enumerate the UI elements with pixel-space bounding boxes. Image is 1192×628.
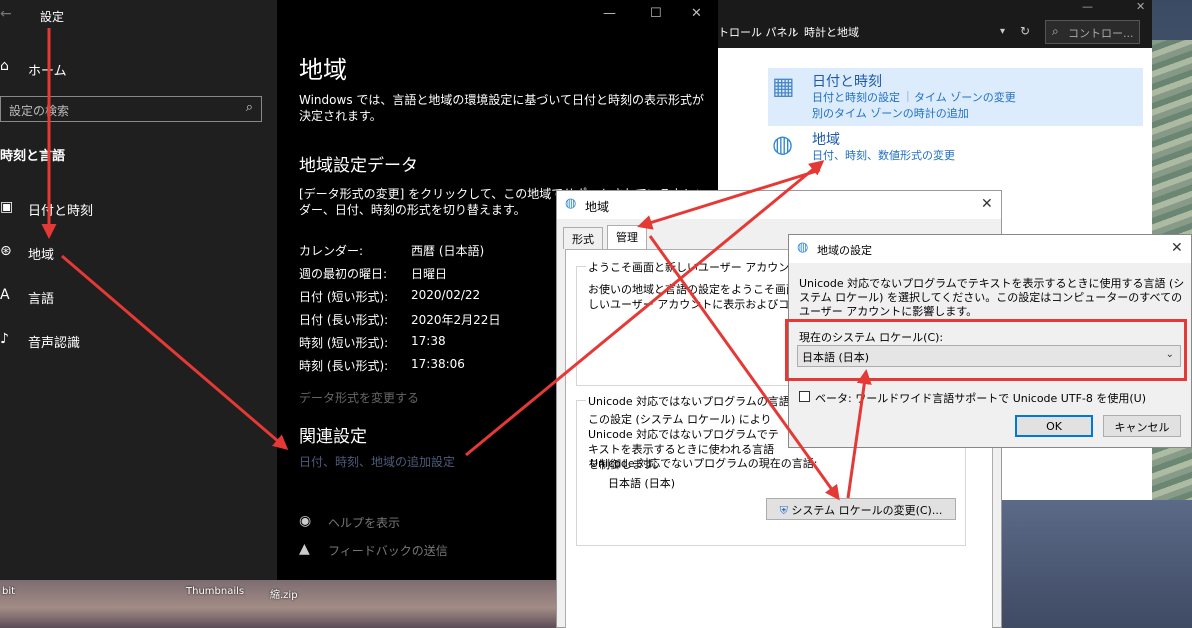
calendar-icon: ▣ <box>0 199 14 215</box>
add-clock-link[interactable]: 別のタイム ゾーンの時計の追加 <box>812 105 969 121</box>
chevron-down-icon: ⌄ <box>1165 349 1174 360</box>
sidebar-item-date-time[interactable]: 日付と時刻 <box>28 200 93 219</box>
home-icon: ⌂ <box>0 58 9 74</box>
desktop-icon-label[interactable]: bit <box>2 586 15 597</box>
sidebar-item-region[interactable]: 地域 <box>28 244 54 263</box>
chevron-down-icon[interactable]: ▾ <box>1000 26 1005 37</box>
regional-data-heading: 地域設定データ <box>299 156 418 176</box>
change-system-locale-button[interactable]: ⛨ システム ロケールの変更(C)... <box>766 498 956 520</box>
current-language-value: 日本語 (日本) <box>608 477 676 490</box>
format-value: 西暦 (日本語) <box>411 244 485 258</box>
back-arrow-icon[interactable]: ← <box>0 6 12 22</box>
ok-button[interactable]: OK <box>1015 415 1093 437</box>
format-value: 2020/02/22 <box>411 288 481 302</box>
sidebar-section-title: 時刻と言語 <box>0 149 66 164</box>
calendar-clock-icon[interactable]: ▦ <box>772 72 802 102</box>
additional-settings-link[interactable]: 日付、時刻、地域の追加設定 <box>299 453 455 470</box>
change-format-link[interactable]: データ形式を変更する <box>299 389 419 406</box>
date-time-category-title[interactable]: 日付と時刻 <box>812 71 882 91</box>
change-formats-link[interactable]: 日付、時刻、数値形式の変更 <box>812 147 955 163</box>
control-panel-address-bar: — ✕ トロール パネル › 時計と地域 ▾ ↻ ⌕ コントロー... <box>718 0 1152 48</box>
tab-formats[interactable]: 形式 <box>563 227 603 249</box>
help-link[interactable]: ヘルプを表示 <box>328 514 400 531</box>
search-icon: ⌕ <box>1052 24 1059 38</box>
format-key: 日付 (短い形式): <box>299 290 389 304</box>
microphone-icon: ♪ <box>0 331 9 347</box>
related-settings-heading: 関連設定 <box>299 427 367 447</box>
format-value: 17:38 <box>411 334 446 348</box>
sidebar-item-speech[interactable]: 音声認識 <box>28 332 80 351</box>
region-intro: Windows では、言語と地域の環境設定に基づいて日付と時刻の表示形式が決定さ… <box>299 93 705 123</box>
sidebar-item-home[interactable]: ホーム <box>28 60 67 79</box>
breadcrumb-control-panel[interactable]: トロール パネル <box>718 24 799 40</box>
system-locale-description: Unicode 対応でないプログラムでテキストを表示するときに使用する言語 (シ… <box>799 277 1185 318</box>
close-icon[interactable]: ✕ <box>691 6 702 21</box>
utf8-beta-checkbox[interactable] <box>799 391 810 402</box>
format-key: 時刻 (長い形式): <box>299 359 389 373</box>
wallpaper-bottom <box>1000 500 1192 628</box>
desktop-icon-label[interactable]: 縮.zip <box>270 586 298 601</box>
settings-search-input[interactable]: 設定の検索 ⌕ <box>0 96 262 122</box>
globe-icon: ◍ <box>797 240 809 255</box>
minimize-icon[interactable]: — <box>1082 0 1093 13</box>
current-system-locale-label: 現在のシステム ロケール(C): <box>799 331 944 344</box>
refresh-icon[interactable]: ↻ <box>1020 24 1030 38</box>
format-value: 17:38:06 <box>411 357 465 371</box>
current-language-label: Unicode 対応でないプログラムの現在の言語: <box>590 457 818 470</box>
system-locale-select[interactable]: 日本語 (日本) ⌄ <box>797 345 1181 367</box>
search-placeholder: コントロー... <box>1068 27 1134 40</box>
region-dialog-title: 地域 <box>585 200 610 214</box>
close-icon[interactable]: ✕ <box>1136 0 1145 13</box>
search-icon: ⌕ <box>245 100 253 115</box>
help-icon: ◉ <box>299 513 312 529</box>
welcome-screen-group-label: ようこそ画面と新しいユーザー アカウント <box>586 259 803 275</box>
date-time-settings-link[interactable]: 日付と時刻の設定 <box>812 89 900 105</box>
unicode-language-group-label: Unicode 対応ではないプログラムの言語 <box>586 393 792 409</box>
feedback-icon: ▲ <box>299 541 310 557</box>
system-locale-value: 日本語 (日本) <box>802 351 870 364</box>
breadcrumb-clock-region[interactable]: 時計と地域 <box>804 24 859 40</box>
change-system-locale-label: システム ロケールの変更(C)... <box>791 504 943 517</box>
format-value: 日曜日 <box>411 267 448 281</box>
link-separator: | <box>906 89 910 102</box>
region-category-title[interactable]: 地域 <box>812 129 840 149</box>
utf8-beta-label[interactable]: ベータ: ワールドワイド言語サポートで Unicode UTF-8 を使用(U) <box>815 390 1146 406</box>
format-key: 時刻 (短い形式): <box>299 336 389 350</box>
close-icon[interactable]: ✕ <box>981 196 993 212</box>
close-icon[interactable]: ✕ <box>1171 240 1183 256</box>
language-icon: A <box>0 287 10 303</box>
globe-icon: ◍ <box>565 196 577 211</box>
link-separator: | <box>1006 89 1010 102</box>
control-panel-search-input[interactable]: ⌕ コントロー... <box>1045 20 1140 44</box>
format-key: 週の最初の曜日: <box>299 267 388 281</box>
search-placeholder: 設定の検索 <box>9 104 70 118</box>
format-key: 日付 (長い形式): <box>299 313 389 327</box>
region-settings-dialog: ◍ 地域の設定 ✕ Unicode 対応でないプログラムでテキストを表示するとき… <box>785 234 1192 448</box>
settings-sidebar: ← 設定 ⌂ ホーム 設定の検索 ⌕ 時刻と言語 ▣ 日付と時刻 ⊛ 地域 A … <box>0 0 277 580</box>
maximize-icon[interactable]: ☐ <box>650 6 662 21</box>
region-dialog-titlebar: ◍ 地域 ✕ <box>557 191 1001 219</box>
region-settings-titlebar: ◍ 地域の設定 ✕ <box>789 235 1191 263</box>
settings-app-title: 設定 <box>40 10 65 24</box>
change-timezone-link[interactable]: タイム ゾーンの変更 <box>914 89 1016 105</box>
breadcrumb-chevron-icon: › <box>792 24 797 37</box>
region-settings-title: 地域の設定 <box>817 244 872 257</box>
feedback-link[interactable]: フィードバックの送信 <box>328 542 448 559</box>
sidebar-item-language[interactable]: 言語 <box>28 288 54 307</box>
desktop-icon-label[interactable]: Thumbnails <box>186 586 244 597</box>
cancel-button[interactable]: キャンセル <box>1103 415 1181 437</box>
format-value: 2020年2月22日 <box>411 313 501 327</box>
page-title: 地域 <box>299 56 347 84</box>
tab-administrative[interactable]: 管理 <box>607 225 647 250</box>
globe-icon: ⊛ <box>0 243 12 259</box>
format-key: カレンダー: <box>299 244 364 258</box>
shield-icon: ⛨ <box>779 504 788 517</box>
minimize-icon[interactable]: — <box>603 6 616 21</box>
globe-icon[interactable]: ◍ <box>772 130 802 160</box>
